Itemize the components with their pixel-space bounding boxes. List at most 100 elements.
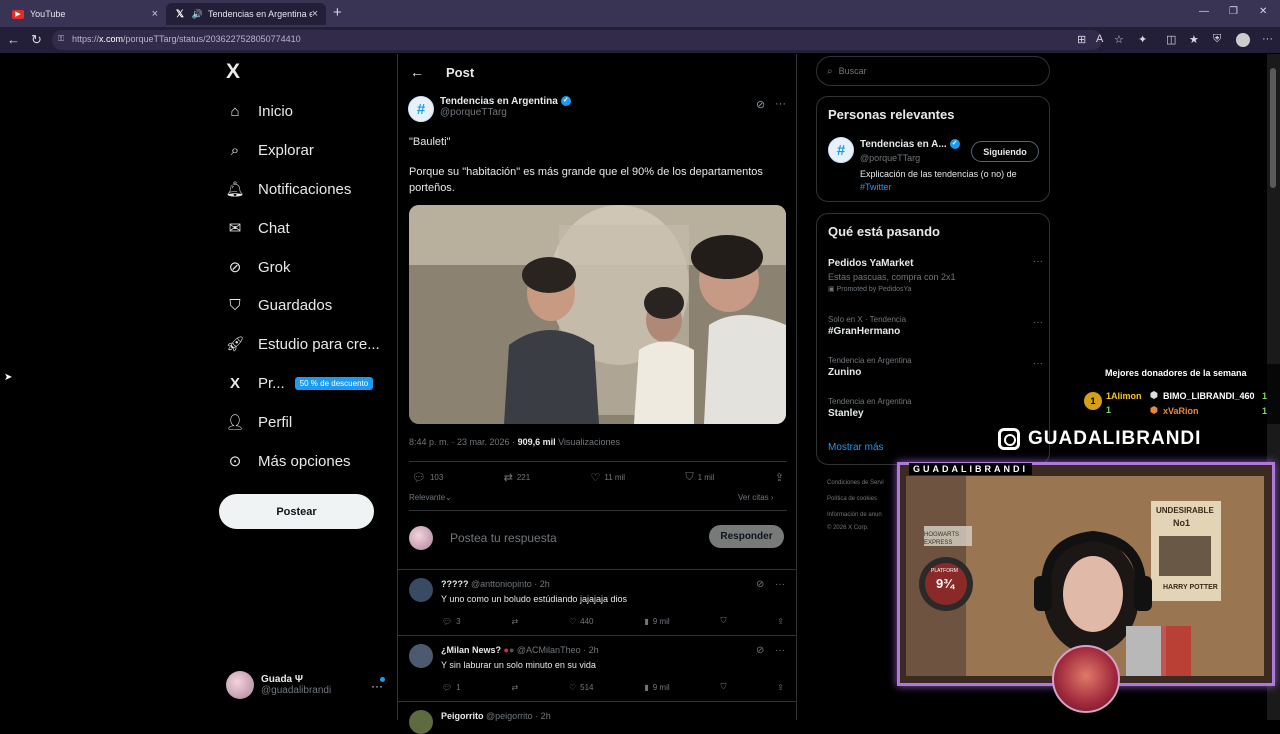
reload-icon[interactable]: ↻ <box>31 32 42 48</box>
nav-profile[interactable]: 👤︎ Perfil <box>225 413 292 432</box>
bookmark-button[interactable]: ⛉ 1 mil <box>685 471 714 484</box>
nav-notifications[interactable]: 🔔︎ Notificaciones <box>225 180 351 199</box>
nav-more[interactable]: ⊙ Más opciones <box>226 452 351 471</box>
author-avatar[interactable]: # <box>408 96 434 122</box>
share-button[interactable]: ⇪ <box>777 682 784 692</box>
author-handle[interactable]: @porqueTTarg <box>440 107 571 118</box>
account-handle: @guadalibrandi <box>261 685 332 696</box>
x-logo[interactable]: X <box>226 60 240 84</box>
nav-creator-studio[interactable]: 🚀︎ Estudio para cre... <box>225 335 379 354</box>
nav-premium[interactable]: X Pr... 50 % de descuento <box>226 374 374 392</box>
url-field[interactable]: ⚿ https://x.com/porqueTTarg/status/20362… <box>52 30 1102 50</box>
reply-icon: 💬︎ <box>442 616 453 626</box>
grok-icon[interactable]: ⊘ <box>756 645 764 656</box>
scrollbar-thumb[interactable] <box>1270 68 1276 188</box>
favorites-icon[interactable]: ★ <box>1189 33 1199 46</box>
nav-grok[interactable]: ⊘ Grok <box>226 258 291 277</box>
close-tab-icon[interactable]: × <box>312 8 318 20</box>
extensions-icon[interactable]: ✦ <box>1138 33 1147 46</box>
post-button[interactable]: Postear <box>219 494 374 529</box>
reply-author[interactable]: ????? <box>441 579 469 589</box>
more-icon[interactable]: ··· <box>1033 358 1043 369</box>
search-input[interactable]: ⌕ Buscar <box>816 56 1050 86</box>
relevant-avatar[interactable]: # <box>828 137 854 163</box>
share-button[interactable]: ⇪ <box>777 616 784 626</box>
post-video[interactable] <box>409 205 786 424</box>
bookmark-button[interactable]: ⛉ <box>720 616 726 626</box>
reply-author[interactable]: ¿Milan News? <box>441 645 501 655</box>
footer-link[interactable]: Política de cookies <box>827 496 877 502</box>
favorite-icon[interactable]: ☆ <box>1114 33 1124 46</box>
split-icon[interactable]: ◫ <box>1166 33 1176 46</box>
show-more-link[interactable]: Mostrar más <box>828 442 884 453</box>
grok-icon[interactable]: ⊘ <box>756 98 765 111</box>
post-author[interactable]: # Tendencias en Argentina ✓ @porqueTTarg <box>408 96 571 122</box>
like-button[interactable]: ♡ 440 <box>569 616 594 626</box>
views-button[interactable]: ▮ 9 mil <box>644 616 669 626</box>
promoted-text: Promoted by PedidosYa <box>836 286 912 293</box>
trend-item[interactable]: Pedidos YaMarket Estas pascuas, compra c… <box>828 256 1043 293</box>
footer-link[interactable]: Información de anun <box>827 512 882 518</box>
avatar[interactable] <box>409 644 433 668</box>
reply-handle[interactable]: @anttoniopinto · 2h <box>471 579 550 589</box>
trend-item[interactable]: Tendencia en Argentina Stanley <box>828 397 1043 419</box>
reply-button[interactable]: 💬︎ 103 <box>412 471 443 484</box>
more-icon[interactable]: ··· <box>1033 317 1043 328</box>
views-button[interactable]: ▮ 9 mil <box>644 682 669 692</box>
back-arrow-icon[interactable]: ← <box>410 64 424 80</box>
reply-item[interactable]: Peigorrito @peigorrito · 2h <box>398 701 796 734</box>
tab-x[interactable]: 𝕏 🔊 Tendencias en Argentina en X × <box>166 3 326 25</box>
shield-icon[interactable]: ⛨ <box>1213 33 1221 46</box>
share-button[interactable]: ⇪ <box>775 471 784 484</box>
like-button[interactable]: ♡ 514 <box>569 682 594 692</box>
footer-link[interactable]: Condiciones de Servi <box>827 480 884 486</box>
nav-explore[interactable]: ⌕ Explorar <box>226 141 314 159</box>
more-icon[interactable]: ··· <box>775 98 786 110</box>
more-icon[interactable]: ··· <box>1033 256 1043 267</box>
account-switcher[interactable]: Guada Ψ @guadalibrandi ··· <box>226 671 385 699</box>
reply-button[interactable]: 💬︎ 3 <box>442 616 461 626</box>
profile-icon[interactable] <box>1236 33 1250 47</box>
app-icon[interactable]: ⊞ <box>1077 33 1086 46</box>
more-icon[interactable]: ··· <box>775 579 785 590</box>
tab-youtube[interactable]: ▶ YouTube × <box>4 3 166 25</box>
nav-chat[interactable]: ✉ Chat <box>226 219 290 238</box>
read-aloud-icon[interactable]: A <box>1096 33 1103 45</box>
close-tab-icon[interactable]: × <box>152 8 158 20</box>
nav-bookmarks[interactable]: ⛉ Guardados <box>226 296 332 314</box>
nav-label: Guardados <box>258 296 333 314</box>
reply-item[interactable]: ????? @anttoniopinto · 2h ⊘ ··· Y uno co… <box>398 569 796 635</box>
view-quotes-link[interactable]: Ver citas › <box>738 493 774 502</box>
avatar[interactable] <box>409 578 433 602</box>
reply-input[interactable]: Postea tu respuesta <box>450 531 557 545</box>
relevant-handle[interactable]: @porqueTTarg <box>860 153 920 163</box>
nav-home[interactable]: ⌂ Inicio <box>226 102 293 120</box>
repost-button[interactable]: ⇄ <box>511 616 518 626</box>
relevant-name[interactable]: Tendencias en A... ✓ <box>860 139 960 150</box>
back-icon[interactable]: ← <box>7 32 20 47</box>
menu-icon[interactable]: ··· <box>1262 33 1273 45</box>
reply-handle[interactable]: @ACMilanTheo · 2h <box>517 645 599 655</box>
trend-item[interactable]: Tendencia en Argentina Zunino ··· <box>828 356 1043 378</box>
sort-dropdown[interactable]: Relevante⌄ <box>409 493 452 502</box>
following-button[interactable]: Siguiendo <box>971 141 1039 162</box>
trend-item[interactable]: Solo en X · Tendencia #GranHermano ··· <box>828 315 1043 337</box>
author-name[interactable]: Tendencias en Argentina ✓ <box>440 96 571 107</box>
new-tab-button[interactable]: + <box>333 4 342 21</box>
post-time[interactable]: 8:44 p. m. · 23 mar. 2026 · <box>409 437 518 447</box>
grok-icon[interactable]: ⊘ <box>756 579 764 590</box>
reply-submit-button[interactable]: Responder <box>709 525 784 548</box>
minimize-icon[interactable]: — <box>1199 6 1209 17</box>
hashtag-link[interactable]: #Twitter <box>860 182 892 192</box>
reply-item[interactable]: ¿Milan News? ●● @ACMilanTheo · 2h ⊘ ··· … <box>398 635 796 701</box>
restore-icon[interactable]: ❐ <box>1229 6 1238 17</box>
like-button[interactable]: ♡ 11 mil <box>590 471 625 484</box>
close-window-icon[interactable]: ✕ <box>1259 6 1267 17</box>
speaker-icon[interactable]: 🔊 <box>192 9 203 20</box>
repost-button[interactable]: ⇄ <box>511 682 518 692</box>
more-icon[interactable]: ··· <box>775 645 785 656</box>
bookmark-button[interactable]: ⛉ <box>720 682 726 692</box>
avatar[interactable] <box>409 710 433 734</box>
repost-button[interactable]: ⇄ 221 <box>504 471 531 484</box>
reply-button[interactable]: 💬︎ 1 <box>442 682 461 692</box>
